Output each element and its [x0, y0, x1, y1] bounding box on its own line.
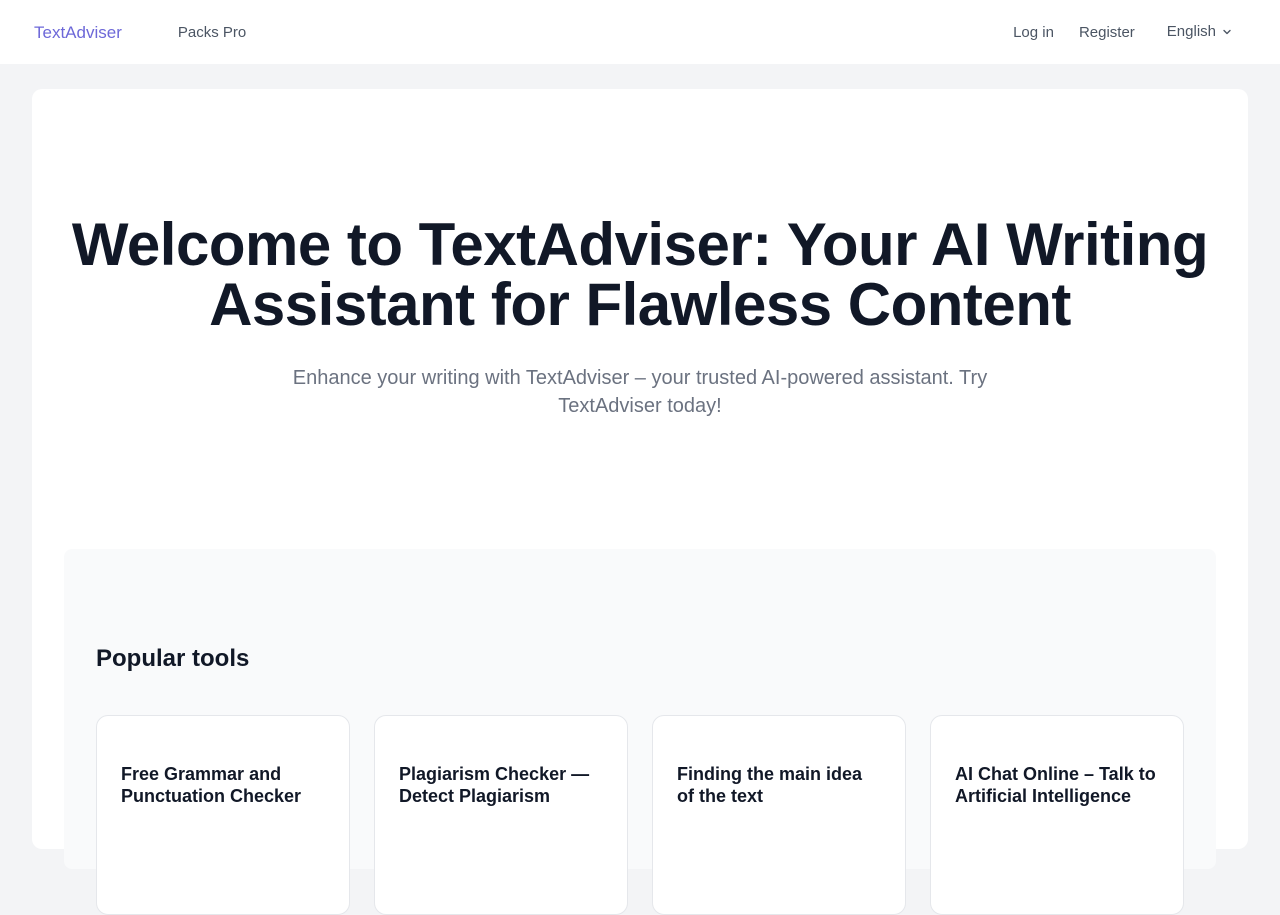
tool-card-ai-chat[interactable]: AI Chat Online – Talk to Artificial Inte… — [930, 715, 1184, 915]
nav-packs-pro-link[interactable]: Packs Pro — [178, 24, 246, 41]
tool-card-title: Free Grammar and Punctuation Checker — [121, 764, 302, 806]
chevron-down-icon — [1223, 29, 1231, 35]
nav-right-group: Log in Register English — [988, 23, 1246, 41]
tool-card-grammar-checker[interactable]: Free Grammar and Punctuation Checker — [96, 715, 350, 915]
language-label: English — [1166, 22, 1216, 40]
register-link[interactable]: Register — [1079, 24, 1135, 41]
popular-tools-heading: Popular tools — [96, 645, 250, 672]
language-selector[interactable]: English — [1167, 23, 1232, 40]
top-navigation-bar: TextAdviser Packs Pro Log in Register En… — [0, 0, 1280, 64]
login-link[interactable]: Log in — [1013, 24, 1054, 41]
main-content-card: Welcome to TextAdviser: Your AI Writing … — [32, 89, 1248, 915]
popular-tools-section: Popular tools Free Grammar and Punctuati… — [64, 549, 1216, 915]
tool-card-plagiarism-checker[interactable]: Plagiarism Checker — Detect Plagiarism — [374, 715, 628, 915]
hero-title: Welcome to TextAdviser: Your AI Writing … — [71, 211, 1209, 338]
logo-link[interactable]: TextAdviser — [34, 23, 122, 43]
tool-card-title: Plagiarism Checker — Detect Plagiarism — [399, 764, 590, 806]
tool-card-main-idea[interactable]: Finding the main idea of the text — [652, 715, 906, 915]
tool-card-title: AI Chat Online – Talk to Artificial Inte… — [955, 764, 1156, 806]
tool-card-title: Finding the main idea of the text — [677, 764, 863, 806]
hero-subtitle: Enhance your writing with TextAdviser – … — [292, 367, 988, 417]
